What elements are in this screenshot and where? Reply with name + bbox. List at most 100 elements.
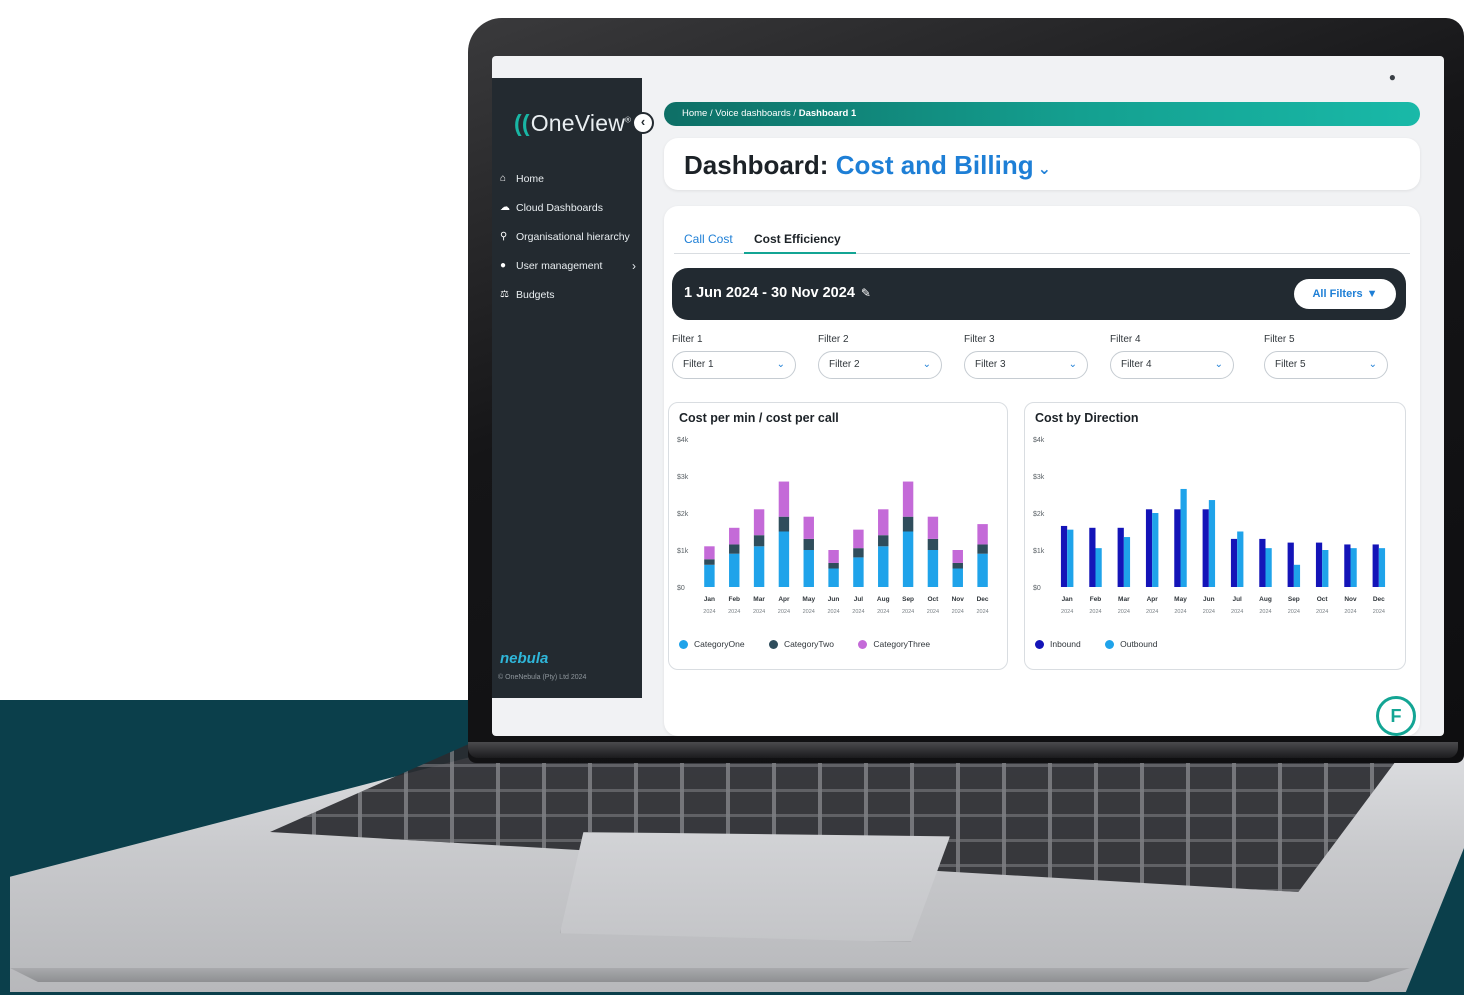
x-tick-sublabel: 2024 <box>1089 609 1101 615</box>
bar-inbound <box>1372 544 1379 587</box>
y-tick-label: $3k <box>677 474 689 481</box>
bar-segment-categorythree <box>853 529 864 549</box>
dashboard-panel: Call Cost Cost Efficiency 1 Jun 2024 - 3… <box>664 206 1420 736</box>
filter-2-label: Filter 2 <box>818 334 849 345</box>
bar-segment-categoryone <box>729 553 740 587</box>
bar-outbound <box>1322 550 1329 587</box>
filter-2-group: Filter 2 Filter 2 ⌄ <box>818 334 942 379</box>
sidebar-item-user-management[interactable]: ● User management › <box>500 251 640 280</box>
x-tick-label: Jun <box>1203 596 1215 603</box>
x-tick-label: Jul <box>1232 596 1242 603</box>
pencil-icon[interactable]: ✎ <box>861 286 871 300</box>
filter-5-select[interactable]: Filter 5 ⌄ <box>1264 351 1388 379</box>
date-range-label: 1 Jun 2024 - 30 Nov 2024 <box>684 285 855 301</box>
filter-5-group: Filter 5 Filter 5 ⌄ <box>1264 334 1388 379</box>
logo-text: OneView <box>530 110 626 136</box>
filter-2-select[interactable]: Filter 2 ⌄ <box>818 351 942 379</box>
x-tick-label: Feb <box>728 596 740 603</box>
x-tick-sublabel: 2024 <box>803 609 815 615</box>
bar-inbound <box>1145 509 1153 587</box>
x-tick-sublabel: 2024 <box>952 609 964 615</box>
chevron-down-icon: ⌄ <box>1068 359 1077 370</box>
chart-cost-by-direction: $0 $1k $2k $3k $4k Jan 2024 Feb 2024 Mar 2024 Apr 20… <box>1033 437 1386 615</box>
x-tick-sublabel: 2024 <box>1288 609 1300 615</box>
tab-call-cost[interactable]: Call Cost <box>684 232 733 246</box>
bar-segment-categorytwo <box>952 562 963 569</box>
legend-swatch <box>768 639 778 649</box>
user-profile-icon[interactable]: ● <box>1389 70 1396 84</box>
x-tick-label: Oct <box>1317 596 1329 603</box>
legend-item-category-three[interactable]: CategoryThree <box>858 639 930 649</box>
sidebar-item-cloud-dashboards[interactable]: ☁ Cloud Dashboards <box>500 193 640 222</box>
y-tick-label: $0 <box>677 585 685 592</box>
chart-cost-per-min: $0 $1k $2k $3k $4k Jan 2024 Feb 2024 Mar 2024 Apr 20… <box>677 437 989 615</box>
legend-item-category-one[interactable]: CategoryOne <box>679 639 745 649</box>
legend-swatch <box>679 639 688 649</box>
tab-cost-efficiency[interactable]: Cost Efficiency <box>754 232 841 246</box>
sidebar-item-home[interactable]: ⌂ Home <box>500 164 640 193</box>
x-tick-label: Feb <box>1090 596 1102 603</box>
x-tick-label: Mar <box>1118 596 1130 603</box>
page-title-prefix: Dashboard: <box>684 150 829 180</box>
dashboard-selector[interactable]: Cost and Billing <box>836 150 1034 180</box>
date-range-bar: 1 Jun 2024 - 30 Nov 2024 ✎ All Filters ▼ <box>672 268 1406 320</box>
x-tick-sublabel: 2024 <box>778 609 790 615</box>
filter-1-label: Filter 1 <box>672 334 703 345</box>
oneview-logo[interactable]: ((OneView® <box>514 110 631 137</box>
sidebar-item-label: User management <box>516 259 603 272</box>
filter-5-label: Filter 5 <box>1264 334 1295 345</box>
x-tick-sublabel: 2024 <box>1146 609 1158 615</box>
x-tick-sublabel: 2024 <box>976 609 988 615</box>
x-tick-sublabel: 2024 <box>877 609 889 615</box>
sidebar-item-organisational-hierarchy[interactable]: ⚲ Organisational hierarchy <box>500 222 640 251</box>
bar-segment-categorythree <box>977 524 988 545</box>
bar-outbound <box>1378 548 1386 587</box>
y-tick-label: $2k <box>1033 511 1045 518</box>
bar-segment-categoryone <box>927 550 939 587</box>
bar-segment-categorythree <box>753 509 765 536</box>
date-range[interactable]: 1 Jun 2024 - 30 Nov 2024 ✎ <box>684 285 871 301</box>
bar-outbound <box>1265 548 1272 587</box>
filter-1-select[interactable]: Filter 1 ⌄ <box>672 351 796 379</box>
legend-swatch <box>858 639 868 649</box>
breadcrumb-current: Dashboard 1 <box>798 108 857 119</box>
collapse-sidebar-button[interactable]: ‹ <box>632 112 654 134</box>
bar-segment-categoryone <box>853 557 864 587</box>
legend-swatch <box>1035 639 1044 649</box>
x-tick-sublabel: 2024 <box>1344 609 1356 615</box>
legend-item-outbound[interactable]: Outbound <box>1105 639 1157 649</box>
x-tick-label: Nov <box>1344 596 1357 603</box>
x-tick-label: Dec <box>1373 596 1385 603</box>
sidebar-item-label: Organisational hierarchy <box>516 230 630 243</box>
sidebar-item-budgets[interactable]: ⚖ Budgets <box>500 280 640 309</box>
filter-3-select[interactable]: Filter 3 ⌄ <box>964 351 1088 379</box>
bar-inbound <box>1230 538 1238 587</box>
all-filters-button[interactable]: All Filters ▼ <box>1294 279 1396 309</box>
bar-inbound <box>1202 509 1209 587</box>
x-tick-sublabel: 2024 <box>753 609 765 615</box>
home-icon: ⌂ <box>500 173 507 184</box>
chart-title: Cost per min / cost per call <box>679 411 839 425</box>
legend-item-inbound[interactable]: Inbound <box>1035 639 1081 649</box>
bar-inbound <box>1060 525 1068 587</box>
filter-4-label: Filter 4 <box>1110 334 1141 345</box>
filter-4-select[interactable]: Filter 4 ⌄ <box>1110 351 1234 379</box>
bar-segment-categorythree <box>828 550 839 563</box>
chevron-left-icon: ‹ <box>640 114 646 129</box>
x-tick-sublabel: 2024 <box>1061 609 1073 615</box>
chevron-down-icon[interactable]: ⌄ <box>1038 161 1051 178</box>
legend-item-category-two[interactable]: CategoryTwo <box>768 639 834 649</box>
bar-inbound <box>1117 527 1124 587</box>
chat-support-button[interactable]: F <box>1376 696 1416 736</box>
chart-card-cost-per-min: Cost per min / cost per call $0 $1k $2k $3k… <box>668 402 1008 670</box>
tab-bar: Call Cost Cost Efficiency <box>674 228 1410 254</box>
chevron-down-icon: ⌄ <box>922 359 931 370</box>
breadcrumb-home[interactable]: Home <box>682 108 707 119</box>
bar-segment-categorytwo <box>977 544 988 554</box>
bar-segment-categorythree <box>952 550 963 563</box>
logo-mark-icon: (( <box>514 110 530 136</box>
breadcrumb-voice-dashboards[interactable]: Voice dashboards <box>715 108 791 119</box>
bar-segment-categorytwo <box>828 562 839 569</box>
bar-inbound <box>1287 542 1294 587</box>
chevron-down-icon: ⌄ <box>1214 359 1223 370</box>
